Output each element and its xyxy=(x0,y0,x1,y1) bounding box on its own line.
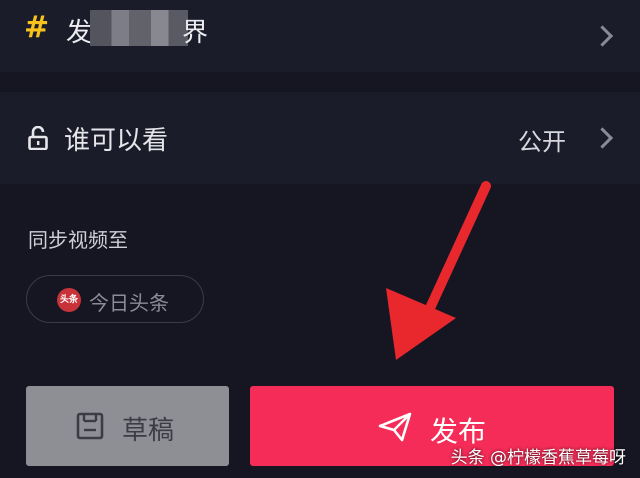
privacy-row[interactable]: 谁可以看 公开 xyxy=(0,92,640,184)
blurred-topic-text xyxy=(90,10,188,46)
hashtag-icon: # xyxy=(24,10,50,45)
sync-label: 同步视频至 xyxy=(28,228,128,252)
save-draft-icon xyxy=(76,412,104,440)
sync-toutiao-chip[interactable]: 头条 今日头条 xyxy=(26,275,204,323)
topic-text-end: 界 xyxy=(182,18,209,48)
paper-plane-icon xyxy=(378,412,412,442)
draft-label: 草稿 xyxy=(122,416,175,446)
draft-button[interactable]: 草稿 xyxy=(26,386,229,466)
chip-label: 今日头条 xyxy=(89,291,169,315)
chevron-right-icon xyxy=(591,127,614,149)
chevron-right-icon xyxy=(591,25,614,47)
topic-text-start: 发 xyxy=(66,18,94,48)
unlock-icon xyxy=(28,126,48,150)
topic-row[interactable]: # 发 界 xyxy=(0,0,640,72)
privacy-label: 谁可以看 xyxy=(64,126,169,156)
privacy-value: 公开 xyxy=(518,128,566,156)
toutiao-logo-icon: 头条 xyxy=(57,288,81,312)
watermark: 头条 @柠檬香蕉草莓呀 xyxy=(450,448,626,468)
